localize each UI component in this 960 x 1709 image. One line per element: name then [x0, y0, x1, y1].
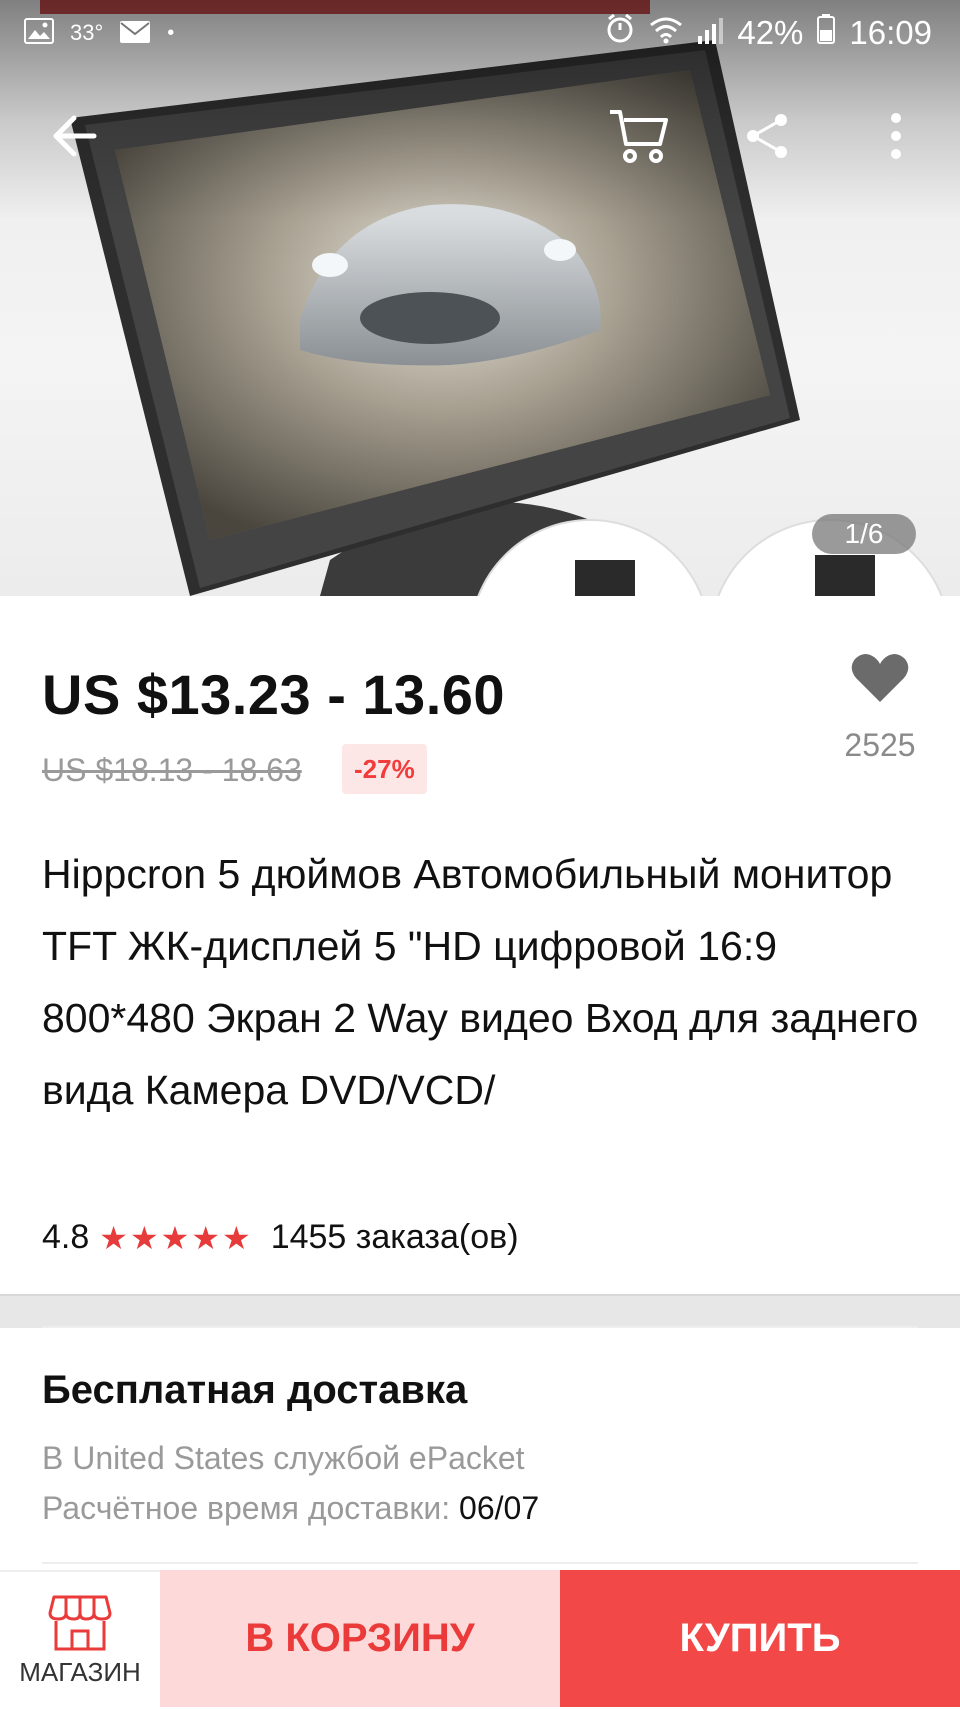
wishlist-count: 2525	[844, 727, 916, 763]
wifi-icon	[649, 14, 683, 52]
rating-stars-icon: ★★★★★	[99, 1219, 253, 1256]
divider-line	[42, 1326, 918, 1328]
gallery-notification-icon	[24, 14, 54, 52]
store-icon	[48, 1595, 112, 1651]
battery-percent: 42%	[737, 14, 804, 51]
signal-icon	[697, 14, 724, 52]
product-image-gallery[interactable]: 33° • 42% 16:09 1/6	[0, 0, 960, 596]
shipping-method: В United States службой ePacket	[42, 1440, 525, 1476]
section-divider	[0, 1294, 960, 1328]
dot-notification-icon: •	[167, 21, 175, 44]
current-price: US $13.23 - 13.60	[42, 663, 506, 726]
mail-notification-icon	[119, 14, 151, 52]
delivery-estimate-value: 06/07	[459, 1490, 540, 1526]
share-icon	[747, 114, 787, 158]
temperature-text: 33°	[70, 20, 104, 45]
status-bar: 33° • 42% 16:09	[0, 0, 960, 64]
rating-value: 4.8	[42, 1218, 90, 1256]
product-title: Hippcron 5 дюймов Автомобильный монитор …	[42, 851, 919, 1113]
store-button[interactable]: МАГАЗИН	[0, 1570, 160, 1709]
shopping-cart-icon	[610, 110, 668, 163]
wishlist-button[interactable]: 2525	[830, 652, 930, 764]
more-options-button[interactable]	[860, 100, 932, 172]
battery-icon	[817, 14, 836, 52]
shipping-title: Бесплатная доставка	[42, 1368, 468, 1412]
share-button[interactable]	[732, 100, 804, 172]
buy-now-button[interactable]: КУПИТЬ	[560, 1570, 960, 1707]
back-arrow-icon	[53, 115, 97, 157]
orders-count: 1455 заказа(ов)	[270, 1218, 519, 1256]
alarm-icon	[605, 13, 635, 52]
add-to-cart-button[interactable]: В КОРЗИНУ	[160, 1570, 560, 1707]
delivery-estimate-label: Расчётное время доставки:	[42, 1490, 451, 1526]
discount-badge: -27%	[342, 744, 427, 794]
heart-icon	[851, 653, 909, 702]
more-vertical-icon	[891, 113, 901, 159]
divider-line	[42, 1562, 918, 1564]
store-label: МАГАЗИН	[19, 1657, 141, 1687]
clock-time: 16:09	[849, 14, 932, 51]
back-button[interactable]	[38, 100, 110, 172]
rating-row[interactable]: 4.8 ★★★★★ 1455 заказа(ов)	[42, 1218, 519, 1257]
price-section: US $13.23 - 13.60 US $18.13 - 18.63 -27%…	[0, 596, 960, 816]
delivery-estimate: Расчётное время доставки: 06/07	[42, 1490, 539, 1527]
original-price: US $18.13 - 18.63	[42, 752, 302, 788]
cart-button[interactable]	[604, 100, 676, 172]
bottom-action-bar: МАГАЗИН В КОРЗИНУ КУПИТЬ	[0, 1570, 960, 1709]
image-counter: 1/6	[812, 514, 916, 554]
